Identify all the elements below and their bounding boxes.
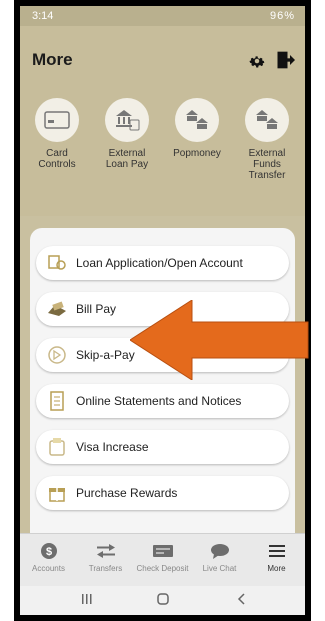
status-bar: 3:14 96% [20,6,305,26]
page-title: More [32,50,73,69]
status-time: 3:14 [32,10,54,22]
nav-live-chat[interactable]: Live Chat [191,540,248,573]
tile-external-loan-pay[interactable]: External Loan Pay [94,98,160,170]
bank-transfer-icon [245,98,289,142]
tile-label: External Funds Transfer [248,148,286,181]
menu-item-label: Online Statements and Notices [76,394,242,408]
nav-accounts[interactable]: $ Accounts [20,540,77,573]
menu-item-label: Purchase Rewards [76,486,178,500]
rewards-icon [46,482,68,504]
bill-pay-icon [46,298,68,320]
visa-icon [46,436,68,458]
recent-apps-icon[interactable] [80,592,94,606]
nav-more[interactable]: More [248,540,305,573]
home-icon[interactable] [156,592,170,606]
tile-label: Card Controls [38,148,76,170]
quick-actions: Card Controls External Loan Pay Popmoney… [20,98,305,216]
tile-popmoney[interactable]: Popmoney [164,98,230,159]
tile-external-funds-transfer[interactable]: External Funds Transfer [234,98,300,181]
menu-icon [268,545,285,557]
menu-item-purchase-rewards[interactable]: Purchase Rewards [36,476,289,510]
tile-card-controls[interactable]: Card Controls [24,98,90,170]
menu-panel: Loan Application/Open Account Bill Pay S… [30,228,295,533]
nav-label: Accounts [32,564,65,573]
nav-label: More [267,564,286,573]
back-icon[interactable] [235,592,249,606]
loan-icon [46,252,68,274]
dollar-icon: $ [40,543,57,559]
menu-item-label: Loan Application/Open Account [76,256,243,270]
logout-icon[interactable] [275,50,295,70]
tile-label: Popmoney [173,148,221,159]
chat-icon [210,544,229,559]
menu-item-loan-application[interactable]: Loan Application/Open Account [36,246,289,280]
gear-icon[interactable] [248,52,266,70]
nav-label: Transfers [88,564,123,573]
svg-text:$: $ [45,546,51,558]
skip-icon [46,344,68,366]
transfer-arrows-icon [96,544,115,558]
menu-item-label: Bill Pay [76,302,117,316]
menu-item-label: Visa Increase [76,440,149,454]
nav-check-deposit[interactable]: Check Deposit [134,540,191,573]
nav-label: Live Chat [202,564,237,573]
nav-transfers[interactable]: Transfers [77,540,134,573]
menu-item-visa-increase[interactable]: Visa Increase [36,430,289,464]
nav-label: Check Deposit [136,564,189,573]
bank-payment-icon [105,98,149,142]
tile-label: External Loan Pay [105,148,149,170]
menu-item-label: Skip-a-Pay [76,348,135,362]
bottom-nav: $ Accounts Transfers Check Deposit Live … [20,533,305,586]
system-nav-bar [20,586,305,615]
menu-item-online-statements[interactable]: Online Statements and Notices [36,384,289,418]
card-icon [35,98,79,142]
annotation-arrow-icon [130,300,309,380]
statement-icon [46,390,68,412]
battery-percent: 96% [269,10,295,22]
check-icon [152,545,173,557]
transfer-icon [175,98,219,142]
